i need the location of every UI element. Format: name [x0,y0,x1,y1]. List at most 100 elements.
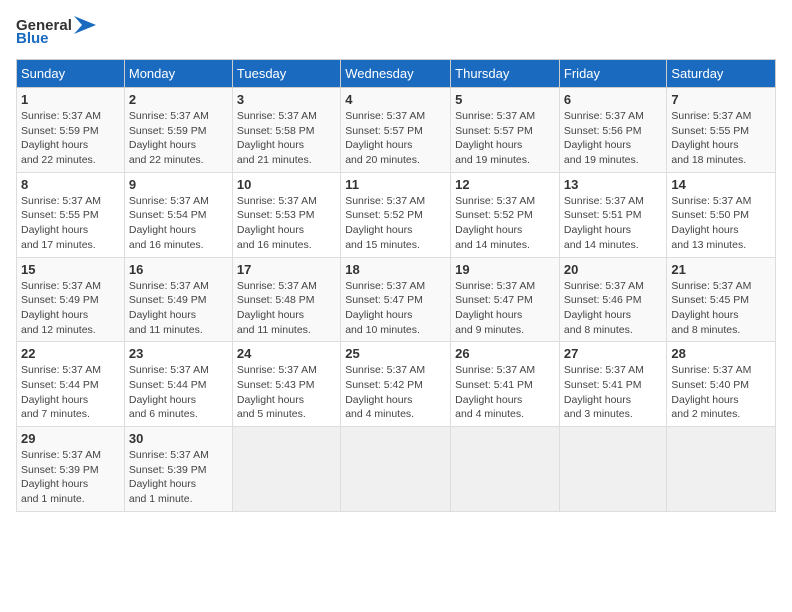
calendar-cell: 1 Sunrise: 5:37 AMSunset: 5:59 PMDayligh… [17,88,125,173]
calendar-cell: 20 Sunrise: 5:37 AMSunset: 5:46 PMDaylig… [559,257,666,342]
calendar-cell [341,427,451,512]
day-info: Sunrise: 5:37 AMSunset: 5:55 PMDaylight … [671,109,771,168]
day-info: Sunrise: 5:37 AMSunset: 5:57 PMDaylight … [455,109,555,168]
day-info: Sunrise: 5:37 AMSunset: 5:40 PMDaylight … [671,363,771,422]
day-info: Sunrise: 5:37 AMSunset: 5:41 PMDaylight … [455,363,555,422]
day-number: 8 [21,177,120,192]
day-number: 13 [564,177,662,192]
day-number: 23 [129,346,228,361]
day-info: Sunrise: 5:37 AMSunset: 5:45 PMDaylight … [671,279,771,338]
day-number: 17 [237,262,336,277]
day-number: 10 [237,177,336,192]
day-info: Sunrise: 5:37 AMSunset: 5:50 PMDaylight … [671,194,771,253]
page-header: General Blue [16,16,776,47]
day-number: 4 [345,92,446,107]
day-info: Sunrise: 5:37 AMSunset: 5:42 PMDaylight … [345,363,446,422]
day-info: Sunrise: 5:37 AMSunset: 5:44 PMDaylight … [21,363,120,422]
calendar-cell: 2 Sunrise: 5:37 AMSunset: 5:59 PMDayligh… [124,88,232,173]
day-info: Sunrise: 5:37 AMSunset: 5:59 PMDaylight … [129,109,228,168]
day-info: Sunrise: 5:37 AMSunset: 5:49 PMDaylight … [129,279,228,338]
calendar-cell: 5 Sunrise: 5:37 AMSunset: 5:57 PMDayligh… [451,88,560,173]
calendar-cell: 16 Sunrise: 5:37 AMSunset: 5:49 PMDaylig… [124,257,232,342]
day-number: 27 [564,346,662,361]
day-info: Sunrise: 5:37 AMSunset: 5:43 PMDaylight … [237,363,336,422]
calendar-header-row: SundayMondayTuesdayWednesdayThursdayFrid… [17,60,776,88]
day-number: 9 [129,177,228,192]
calendar-cell: 29 Sunrise: 5:37 AMSunset: 5:39 PMDaylig… [17,427,125,512]
weekday-header-saturday: Saturday [667,60,776,88]
day-number: 30 [129,431,228,446]
calendar-cell [559,427,666,512]
day-info: Sunrise: 5:37 AMSunset: 5:58 PMDaylight … [237,109,336,168]
calendar-cell: 22 Sunrise: 5:37 AMSunset: 5:44 PMDaylig… [17,342,125,427]
weekday-header-monday: Monday [124,60,232,88]
calendar-cell: 3 Sunrise: 5:37 AMSunset: 5:58 PMDayligh… [232,88,340,173]
day-number: 16 [129,262,228,277]
day-info: Sunrise: 5:37 AMSunset: 5:39 PMDaylight … [21,448,120,507]
weekday-header-friday: Friday [559,60,666,88]
day-number: 26 [455,346,555,361]
day-number: 15 [21,262,120,277]
day-number: 21 [671,262,771,277]
calendar-cell: 21 Sunrise: 5:37 AMSunset: 5:45 PMDaylig… [667,257,776,342]
day-info: Sunrise: 5:37 AMSunset: 5:46 PMDaylight … [564,279,662,338]
calendar-week-1: 1 Sunrise: 5:37 AMSunset: 5:59 PMDayligh… [17,88,776,173]
calendar-cell: 30 Sunrise: 5:37 AMSunset: 5:39 PMDaylig… [124,427,232,512]
day-info: Sunrise: 5:37 AMSunset: 5:47 PMDaylight … [345,279,446,338]
day-number: 22 [21,346,120,361]
day-number: 5 [455,92,555,107]
calendar-cell: 23 Sunrise: 5:37 AMSunset: 5:44 PMDaylig… [124,342,232,427]
day-number: 19 [455,262,555,277]
calendar-cell: 26 Sunrise: 5:37 AMSunset: 5:41 PMDaylig… [451,342,560,427]
calendar-cell: 14 Sunrise: 5:37 AMSunset: 5:50 PMDaylig… [667,172,776,257]
calendar-cell: 13 Sunrise: 5:37 AMSunset: 5:51 PMDaylig… [559,172,666,257]
calendar-table: SundayMondayTuesdayWednesdayThursdayFrid… [16,59,776,512]
weekday-header-wednesday: Wednesday [341,60,451,88]
calendar-week-5: 29 Sunrise: 5:37 AMSunset: 5:39 PMDaylig… [17,427,776,512]
calendar-cell: 15 Sunrise: 5:37 AMSunset: 5:49 PMDaylig… [17,257,125,342]
day-info: Sunrise: 5:37 AMSunset: 5:47 PMDaylight … [455,279,555,338]
calendar-cell [667,427,776,512]
calendar-cell: 28 Sunrise: 5:37 AMSunset: 5:40 PMDaylig… [667,342,776,427]
day-number: 12 [455,177,555,192]
day-info: Sunrise: 5:37 AMSunset: 5:51 PMDaylight … [564,194,662,253]
day-number: 3 [237,92,336,107]
calendar-cell: 17 Sunrise: 5:37 AMSunset: 5:48 PMDaylig… [232,257,340,342]
calendar-body: 1 Sunrise: 5:37 AMSunset: 5:59 PMDayligh… [17,88,776,512]
calendar-cell: 4 Sunrise: 5:37 AMSunset: 5:57 PMDayligh… [341,88,451,173]
day-info: Sunrise: 5:37 AMSunset: 5:59 PMDaylight … [21,109,120,168]
logo-blue: Blue [16,30,49,47]
logo-arrow-icon [74,16,96,34]
day-info: Sunrise: 5:37 AMSunset: 5:55 PMDaylight … [21,194,120,253]
calendar-cell: 8 Sunrise: 5:37 AMSunset: 5:55 PMDayligh… [17,172,125,257]
day-info: Sunrise: 5:37 AMSunset: 5:53 PMDaylight … [237,194,336,253]
day-info: Sunrise: 5:37 AMSunset: 5:56 PMDaylight … [564,109,662,168]
day-number: 14 [671,177,771,192]
day-number: 18 [345,262,446,277]
calendar-cell: 6 Sunrise: 5:37 AMSunset: 5:56 PMDayligh… [559,88,666,173]
calendar-cell: 11 Sunrise: 5:37 AMSunset: 5:52 PMDaylig… [341,172,451,257]
logo: General Blue [16,16,96,47]
calendar-cell: 24 Sunrise: 5:37 AMSunset: 5:43 PMDaylig… [232,342,340,427]
weekday-header-sunday: Sunday [17,60,125,88]
weekday-header-thursday: Thursday [451,60,560,88]
calendar-week-2: 8 Sunrise: 5:37 AMSunset: 5:55 PMDayligh… [17,172,776,257]
day-number: 2 [129,92,228,107]
day-info: Sunrise: 5:37 AMSunset: 5:49 PMDaylight … [21,279,120,338]
weekday-header-tuesday: Tuesday [232,60,340,88]
day-number: 7 [671,92,771,107]
calendar-cell: 9 Sunrise: 5:37 AMSunset: 5:54 PMDayligh… [124,172,232,257]
day-info: Sunrise: 5:37 AMSunset: 5:54 PMDaylight … [129,194,228,253]
day-number: 29 [21,431,120,446]
calendar-week-4: 22 Sunrise: 5:37 AMSunset: 5:44 PMDaylig… [17,342,776,427]
calendar-cell: 18 Sunrise: 5:37 AMSunset: 5:47 PMDaylig… [341,257,451,342]
day-number: 11 [345,177,446,192]
day-number: 24 [237,346,336,361]
day-info: Sunrise: 5:37 AMSunset: 5:57 PMDaylight … [345,109,446,168]
calendar-cell [451,427,560,512]
logo-text-group: General Blue [16,16,96,47]
calendar-cell [232,427,340,512]
day-info: Sunrise: 5:37 AMSunset: 5:48 PMDaylight … [237,279,336,338]
calendar-cell: 27 Sunrise: 5:37 AMSunset: 5:41 PMDaylig… [559,342,666,427]
calendar-cell: 25 Sunrise: 5:37 AMSunset: 5:42 PMDaylig… [341,342,451,427]
